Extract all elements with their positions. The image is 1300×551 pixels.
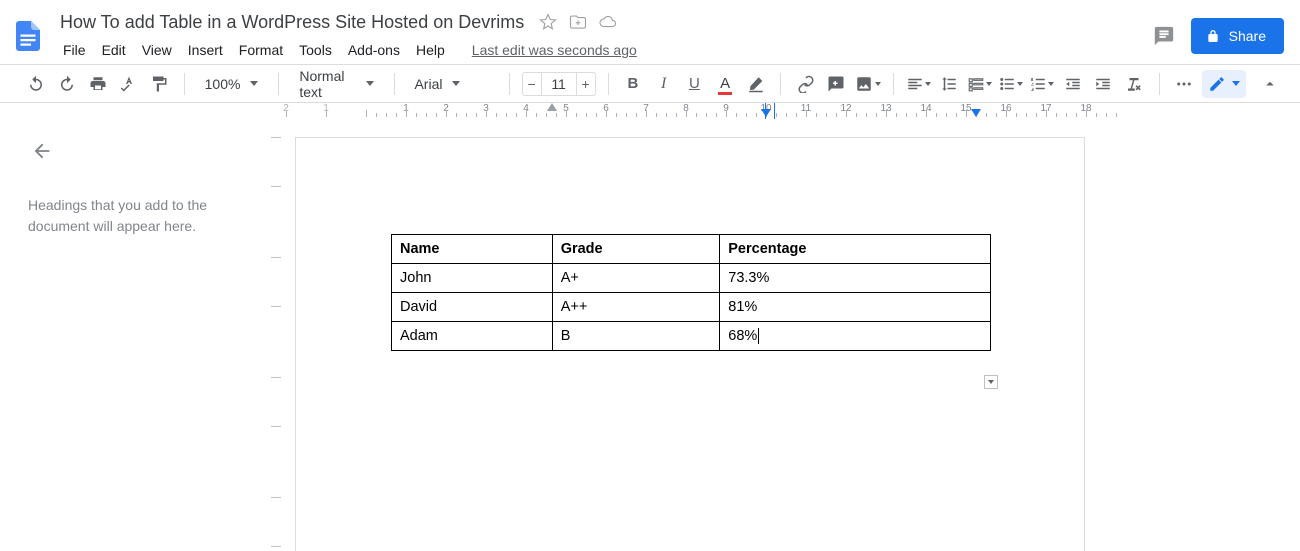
table-cell[interactable]: David [392, 293, 553, 322]
share-label: Share [1229, 28, 1266, 44]
menu-file[interactable]: File [56, 38, 93, 62]
collapse-toolbar-button[interactable] [1256, 70, 1284, 98]
font-value: Arial [414, 76, 442, 92]
italic-button[interactable]: I [651, 70, 676, 98]
numbered-list-button[interactable] [1029, 70, 1054, 98]
insert-link-button[interactable] [793, 70, 818, 98]
clear-formatting-button[interactable] [1122, 70, 1147, 98]
font-size-value[interactable]: 11 [542, 72, 576, 96]
line-spacing-button[interactable] [937, 70, 962, 98]
paint-format-button[interactable] [147, 70, 172, 98]
font-size-control: − 11 + [522, 71, 596, 97]
highlight-button[interactable] [743, 70, 768, 98]
zoom-select[interactable]: 100% [197, 70, 267, 98]
separator [509, 73, 510, 95]
last-edit-link[interactable]: Last edit was seconds ago [472, 42, 637, 58]
outline-placeholder: Headings that you add to the document wi… [28, 195, 248, 237]
separator [394, 73, 395, 95]
table-cell[interactable]: 73.3% [720, 264, 991, 293]
increase-indent-button[interactable] [1091, 70, 1116, 98]
spellcheck-button[interactable] [116, 70, 141, 98]
document-title[interactable]: How To add Table in a WordPress Site Hos… [56, 11, 528, 34]
more-button[interactable] [1171, 70, 1196, 98]
table-cell[interactable]: John [392, 264, 553, 293]
menu-view[interactable]: View [135, 38, 179, 62]
checklist-button[interactable] [967, 70, 992, 98]
menu-addons[interactable]: Add-ons [341, 38, 407, 62]
separator [608, 73, 609, 95]
star-icon[interactable] [538, 12, 558, 32]
bulleted-list-button[interactable] [998, 70, 1023, 98]
menu-help[interactable]: Help [409, 38, 452, 62]
first-line-indent-marker[interactable] [547, 103, 557, 111]
cloud-status-icon[interactable] [598, 12, 618, 32]
table-header-row[interactable]: Name Grade Percentage [392, 235, 991, 264]
right-indent-marker[interactable] [971, 109, 981, 117]
table-row[interactable]: John A+ 73.3% [392, 264, 991, 293]
align-button[interactable] [906, 70, 931, 98]
table-cell[interactable]: A++ [552, 293, 720, 322]
table-cell-dropdown-icon[interactable] [984, 375, 998, 389]
editing-mode-button[interactable] [1202, 70, 1246, 98]
toolbar: 100% Normal text Arial − 11 + B I U A [0, 64, 1300, 103]
text-color-button[interactable]: A [713, 70, 738, 98]
separator [780, 73, 781, 95]
separator [1159, 73, 1160, 95]
zoom-value: 100% [205, 76, 241, 92]
table-cell[interactable]: 81% [720, 293, 991, 322]
ruler[interactable]: 21123456789101112131415161718 [271, 103, 1291, 119]
menubar: File Edit View Insert Format Tools Add-o… [56, 36, 1151, 64]
separator [184, 73, 185, 95]
menu-edit[interactable]: Edit [95, 38, 133, 62]
decrease-indent-button[interactable] [1060, 70, 1085, 98]
open-comments-icon[interactable] [1151, 23, 1177, 49]
separator [278, 73, 279, 95]
undo-button[interactable] [24, 70, 49, 98]
text-cursor [758, 328, 759, 344]
style-value: Normal text [299, 68, 355, 100]
insert-image-button[interactable] [855, 70, 881, 98]
table-row[interactable]: David A++ 81% [392, 293, 991, 322]
column-indent-guide[interactable] [765, 103, 775, 119]
table-cell[interactable]: B [552, 322, 720, 351]
table-cell[interactable]: A+ [552, 264, 720, 293]
document-table[interactable]: Name Grade Percentage John A+ 73.3% Davi… [391, 234, 991, 351]
table-header-cell[interactable]: Name [392, 235, 553, 264]
font-select[interactable]: Arial [406, 70, 496, 98]
separator [893, 73, 894, 95]
table-row[interactable]: Adam B 68% [392, 322, 991, 351]
outline-collapse-button[interactable] [28, 137, 56, 165]
font-size-increase[interactable]: + [576, 72, 596, 96]
print-button[interactable] [86, 70, 111, 98]
paragraph-style-select[interactable]: Normal text [291, 70, 381, 98]
menu-insert[interactable]: Insert [181, 38, 230, 62]
font-size-decrease[interactable]: − [522, 72, 542, 96]
vertical-ruler-handles[interactable] [271, 137, 281, 551]
table-header-cell[interactable]: Percentage [720, 235, 991, 264]
underline-button[interactable]: U [682, 70, 707, 98]
redo-button[interactable] [55, 70, 80, 98]
table-cell[interactable]: 68% [720, 322, 991, 351]
share-button[interactable]: Share [1191, 18, 1284, 54]
table-cell[interactable]: Adam [392, 322, 553, 351]
menu-format[interactable]: Format [232, 38, 290, 62]
document-page[interactable]: Name Grade Percentage John A+ 73.3% Davi… [295, 137, 1085, 551]
table-header-cell[interactable]: Grade [552, 235, 720, 264]
cell-text: 68% [728, 328, 757, 344]
bold-button[interactable]: B [620, 70, 645, 98]
menu-tools[interactable]: Tools [292, 38, 339, 62]
add-comment-button[interactable] [824, 70, 849, 98]
outline-panel: Headings that you add to the document wi… [0, 119, 271, 551]
move-icon[interactable] [568, 12, 588, 32]
docs-logo[interactable] [8, 9, 48, 63]
